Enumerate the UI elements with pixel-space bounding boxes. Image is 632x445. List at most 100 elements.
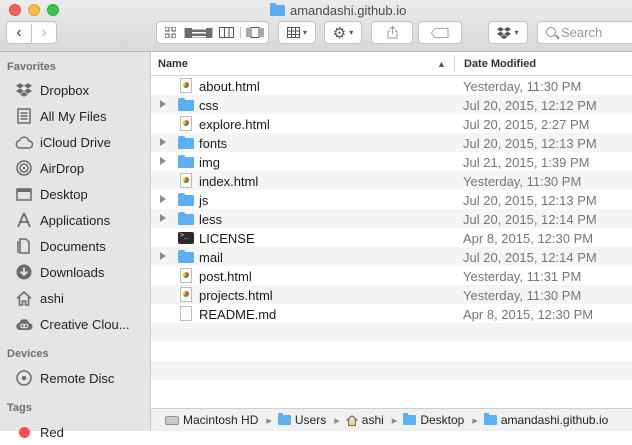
table-row[interactable]: about.html Yesterday, 11:30 PM bbox=[151, 76, 632, 95]
folder-icon bbox=[178, 136, 194, 149]
action-button[interactable]: ⚙ ▾ bbox=[324, 21, 362, 44]
path-separator-icon: ▸ bbox=[472, 414, 478, 427]
gear-icon: ⚙ bbox=[332, 24, 347, 42]
sidebar-item-creative-cloud[interactable]: Creative Clou... bbox=[0, 311, 150, 337]
sidebar-item-label: Documents bbox=[40, 238, 106, 254]
disclosure-triangle-icon[interactable] bbox=[160, 100, 166, 108]
file-date: Jul 20, 2015, 12:13 PM bbox=[463, 136, 597, 151]
table-row[interactable]: projects.html Yesterday, 11:30 PM bbox=[151, 285, 632, 304]
minimize-window-button[interactable] bbox=[28, 4, 40, 16]
table-row[interactable]: js Jul 20, 2015, 12:13 PM bbox=[151, 190, 632, 209]
path-item-users[interactable]: Users ▸ bbox=[277, 413, 346, 427]
file-date: Jul 21, 2015, 1:39 PM bbox=[463, 155, 590, 170]
table-row[interactable]: css Jul 20, 2015, 12:12 PM bbox=[151, 95, 632, 114]
edit-tags-button[interactable] bbox=[418, 21, 462, 44]
dropbox-toolbar-button[interactable]: ▾ bbox=[488, 21, 528, 44]
file-name: about.html bbox=[199, 79, 260, 94]
table-row[interactable]: fonts Jul 20, 2015, 12:13 PM bbox=[151, 133, 632, 152]
sidebar-item-all-my-files[interactable]: All My Files bbox=[0, 103, 150, 129]
sidebar-item-desktop[interactable]: Desktop bbox=[0, 181, 150, 207]
creative-cloud-icon bbox=[15, 315, 33, 333]
sort-ascending-icon: ▲ bbox=[437, 59, 446, 69]
view-mode-selector bbox=[156, 21, 269, 44]
table-row[interactable]: explore.html Jul 20, 2015, 2:27 PM bbox=[151, 114, 632, 133]
path-separator-icon: ▸ bbox=[334, 414, 340, 427]
folder-icon bbox=[403, 413, 417, 425]
sidebar-item-dropbox[interactable]: Dropbox bbox=[0, 77, 150, 103]
file-name: LICENSE bbox=[199, 231, 255, 246]
path-item-label: Macintosh HD bbox=[183, 413, 259, 427]
disclosure-triangle-icon[interactable] bbox=[160, 157, 166, 165]
table-row[interactable]: img Jul 21, 2015, 1:39 PM bbox=[151, 152, 632, 171]
sidebar-item-applications[interactable]: Applications bbox=[0, 207, 150, 233]
empty-row bbox=[151, 323, 632, 342]
empty-row bbox=[151, 380, 632, 399]
close-window-button[interactable] bbox=[9, 4, 21, 16]
list-view-icon bbox=[191, 27, 206, 37]
table-row[interactable]: index.html Yesterday, 11:30 PM bbox=[151, 171, 632, 190]
file-name: index.html bbox=[199, 174, 259, 189]
folder-icon bbox=[178, 193, 194, 206]
airdrop-icon bbox=[15, 159, 33, 177]
path-item-macintosh-hd[interactable]: Macintosh HD ▸ bbox=[165, 413, 278, 427]
file-date: Yesterday, 11:30 PM bbox=[463, 174, 582, 189]
sidebar-item-remote-disc[interactable]: Remote Disc bbox=[0, 365, 150, 391]
table-row[interactable]: less Jul 20, 2015, 12:14 PM bbox=[151, 209, 632, 228]
sidebar-item-label: Applications bbox=[40, 212, 111, 228]
html-file-icon bbox=[180, 268, 192, 283]
disclosure-triangle-icon[interactable] bbox=[160, 195, 166, 203]
file-date: Apr 8, 2015, 12:30 PM bbox=[463, 307, 594, 322]
window-toolbar: amandashi.github.io ‹ › ▾ ⚙ ▾ ▾ Search bbox=[0, 0, 632, 52]
path-item-amandashi-github-io[interactable]: amandashi.github.io bbox=[483, 413, 609, 427]
share-button[interactable] bbox=[371, 21, 413, 44]
sidebar-item-label: Desktop bbox=[40, 186, 88, 202]
search-field[interactable]: Search bbox=[537, 21, 632, 44]
html-file-icon bbox=[180, 78, 192, 93]
sidebar-item-label: Downloads bbox=[40, 264, 105, 280]
back-forward-buttons: ‹ › bbox=[6, 21, 57, 44]
table-row[interactable]: README.md Apr 8, 2015, 12:30 PM bbox=[151, 304, 632, 323]
file-list: about.html Yesterday, 11:30 PM css Jul 2… bbox=[151, 76, 632, 408]
column-view-button[interactable] bbox=[212, 27, 240, 38]
sidebar-item-downloads[interactable]: Downloads bbox=[0, 259, 150, 285]
sidebar-item-icloud-drive[interactable]: iCloud Drive bbox=[0, 129, 150, 155]
column-divider[interactable] bbox=[454, 55, 455, 72]
folder-icon bbox=[178, 250, 194, 263]
list-view-button[interactable] bbox=[184, 27, 212, 38]
icon-view-button[interactable] bbox=[157, 27, 184, 38]
file-name: post.html bbox=[199, 269, 252, 284]
path-item-label: amandashi.github.io bbox=[500, 413, 609, 427]
sidebar-item-documents[interactable]: Documents bbox=[0, 233, 150, 259]
name-column-header[interactable]: Name bbox=[158, 58, 188, 70]
path-item-ashi[interactable]: ashi ▸ bbox=[345, 413, 404, 427]
sidebar-item-label: Dropbox bbox=[40, 82, 90, 98]
arrange-button[interactable]: ▾ bbox=[278, 21, 316, 44]
sidebar-item-label: Remote Disc bbox=[40, 370, 115, 386]
folder-icon bbox=[178, 212, 194, 225]
path-item-label: ashi bbox=[361, 413, 384, 427]
table-row[interactable]: LICENSE Apr 8, 2015, 12:30 PM bbox=[151, 228, 632, 247]
sidebar-item-airdrop[interactable]: AirDrop bbox=[0, 155, 150, 181]
html-file-icon bbox=[180, 173, 192, 188]
file-date: Apr 8, 2015, 12:30 PM bbox=[463, 231, 594, 246]
disclosure-triangle-icon[interactable] bbox=[160, 252, 166, 260]
chevron-right-icon: › bbox=[41, 23, 47, 41]
sidebar-item-ashi[interactable]: ashi bbox=[0, 285, 150, 311]
table-row[interactable]: mail Jul 20, 2015, 12:14 PM bbox=[151, 247, 632, 266]
disclosure-triangle-icon[interactable] bbox=[160, 214, 166, 222]
desktop-icon bbox=[15, 185, 33, 203]
applications-icon bbox=[15, 211, 33, 229]
chevron-down-icon: ▾ bbox=[302, 28, 307, 37]
forward-button[interactable]: › bbox=[31, 23, 56, 42]
path-item-desktop[interactable]: Desktop ▸ bbox=[403, 413, 484, 427]
disclosure-triangle-icon[interactable] bbox=[160, 138, 166, 146]
file-name: mail bbox=[199, 250, 223, 265]
cover-flow-button[interactable] bbox=[240, 27, 268, 38]
table-row[interactable]: post.html Yesterday, 11:31 PM bbox=[151, 266, 632, 285]
date-modified-column-header[interactable]: Date Modified bbox=[464, 58, 536, 70]
fullscreen-window-button[interactable] bbox=[47, 4, 59, 16]
back-button[interactable]: ‹ bbox=[7, 24, 31, 42]
documents-icon bbox=[15, 237, 33, 255]
file-name: projects.html bbox=[199, 288, 273, 303]
sidebar-item-tag-red[interactable]: Red bbox=[0, 419, 150, 445]
